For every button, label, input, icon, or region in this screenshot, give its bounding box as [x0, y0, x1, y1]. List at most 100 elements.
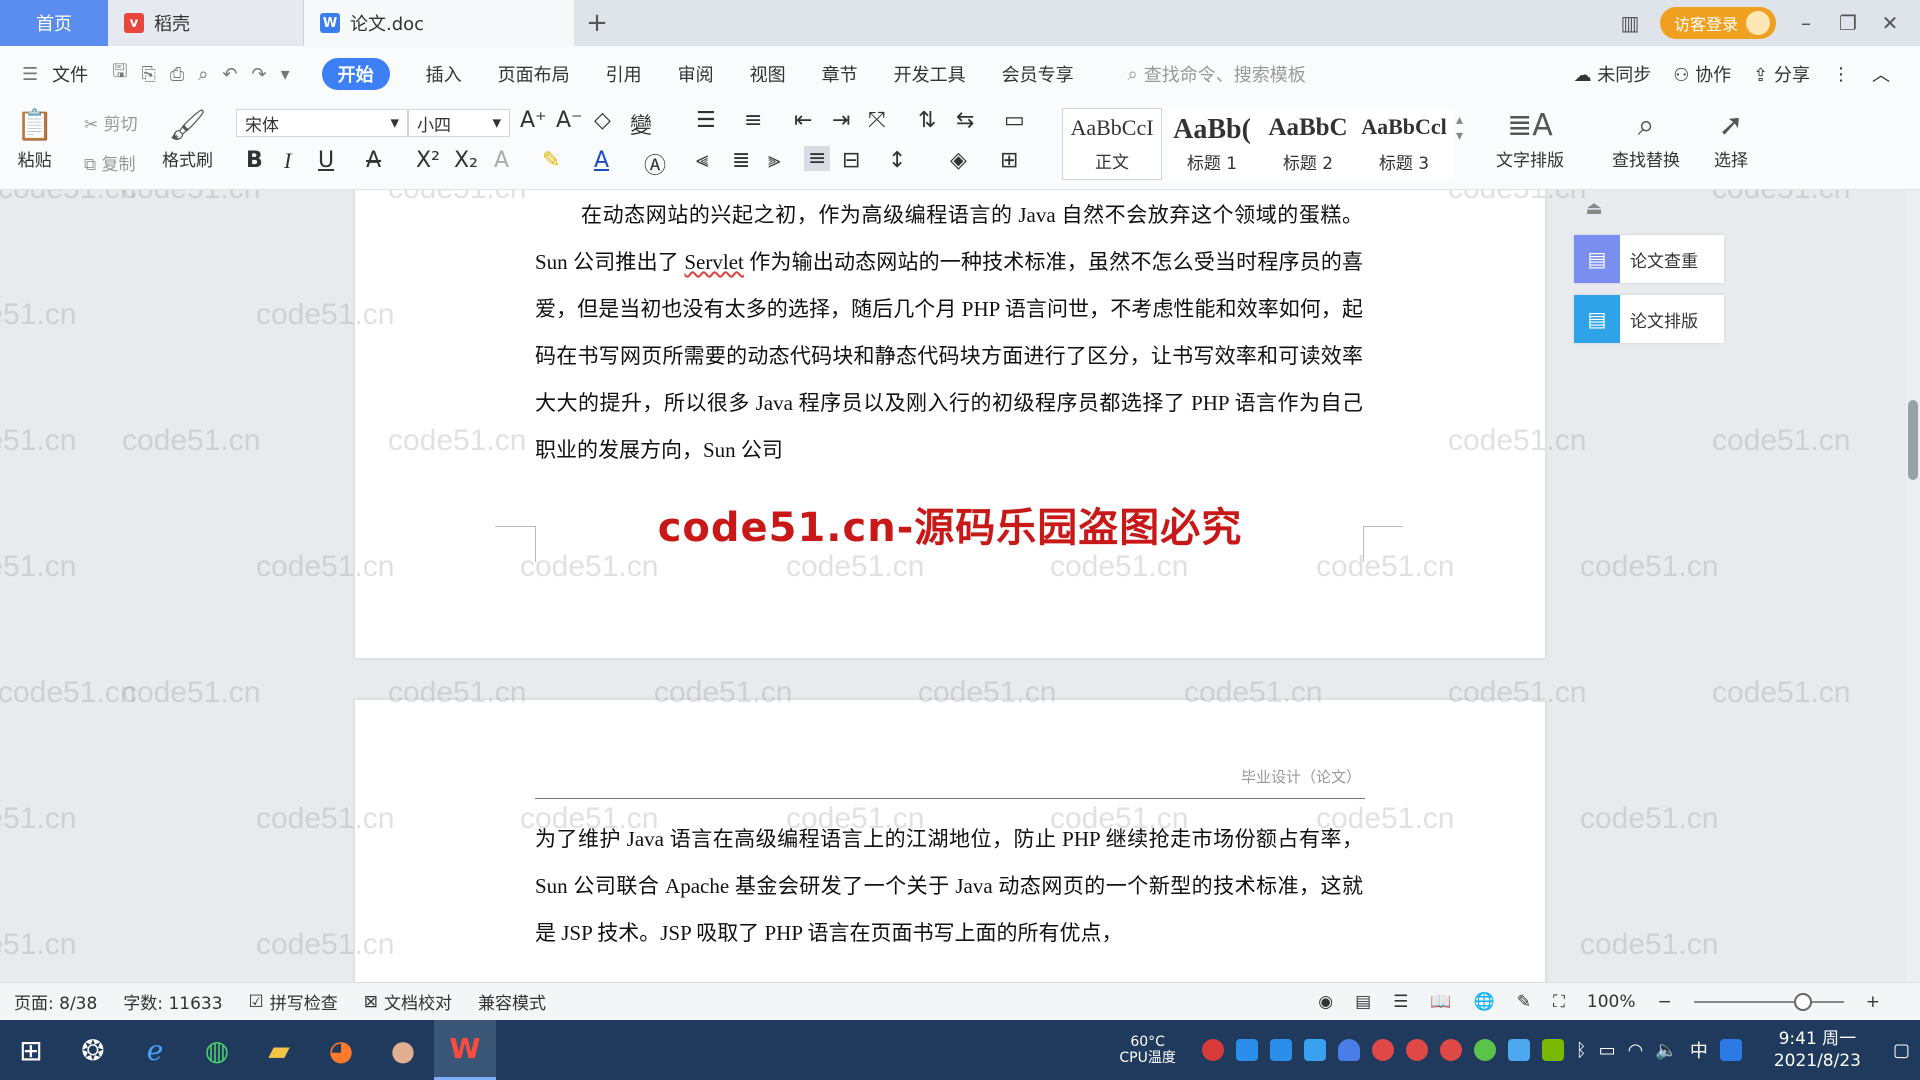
- format-painter-button[interactable]: 🖌 格式刷: [162, 106, 213, 171]
- web-view-icon[interactable]: 🌐: [1474, 992, 1495, 1012]
- zoom-level[interactable]: 100%: [1587, 992, 1636, 1012]
- font-family-select[interactable]: 宋体 ▾: [236, 109, 408, 137]
- style-heading-2[interactable]: AaBbC 标题 2: [1258, 108, 1358, 180]
- reading-view-icon[interactable]: 📖: [1430, 992, 1451, 1012]
- qq-icon[interactable]: [1719, 1039, 1742, 1061]
- body-paragraph[interactable]: 在动态网站的兴起之初，作为高级编程语言的 Java 自然不会放弃这个领域的蛋糕。…: [535, 192, 1363, 474]
- paste-button[interactable]: 📋 粘贴: [16, 106, 53, 171]
- spell-check-button[interactable]: ☑ 拼写检查: [249, 989, 338, 1015]
- grow-font-icon[interactable]: A⁺: [520, 108, 547, 133]
- tab-page-layout[interactable]: 页面布局: [498, 61, 570, 87]
- collapse-ribbon-icon[interactable]: ︿: [1872, 61, 1890, 87]
- tray-app-icon[interactable]: [1473, 1039, 1496, 1061]
- collaborate-button[interactable]: ⚇ 协作: [1673, 61, 1731, 87]
- panel-collapse-icon[interactable]: ⏏: [1576, 190, 1612, 226]
- zoom-out-icon[interactable]: −: [1658, 992, 1672, 1012]
- table-tools-icon[interactable]: ▭: [1004, 108, 1025, 133]
- tab-home[interactable]: 首页: [0, 0, 108, 46]
- start-icon[interactable]: ⊞: [0, 1020, 62, 1080]
- paragraph-mark-icon[interactable]: ⇆: [956, 108, 974, 133]
- decrease-indent-icon[interactable]: ⇤: [794, 108, 812, 133]
- bullet-list-icon[interactable]: ☰: [696, 108, 716, 133]
- restore-icon[interactable]: ❐: [1836, 11, 1860, 35]
- tray-app-icon[interactable]: [1235, 1039, 1258, 1061]
- tab-home-ribbon[interactable]: 开始: [321, 58, 390, 90]
- char-border-icon[interactable]: Ⓐ: [644, 148, 666, 180]
- undo-icon[interactable]: ↶: [222, 64, 237, 85]
- tray-app-icon[interactable]: [1405, 1039, 1428, 1061]
- hamburger-icon[interactable]: ☰: [22, 64, 38, 85]
- tab-chapter[interactable]: 章节: [822, 61, 858, 87]
- doc-proofread-button[interactable]: ⊠ 文档校对: [364, 989, 452, 1015]
- align-center-icon[interactable]: ≣: [732, 148, 750, 173]
- share-button[interactable]: ⇪ 分享: [1753, 61, 1810, 87]
- tray-app-icon[interactable]: [1201, 1039, 1224, 1061]
- command-search[interactable]: ⌕ 查找命令、搜索模板: [1128, 61, 1306, 87]
- tab-document[interactable]: W 论文.doc: [304, 0, 574, 46]
- bluetooth-icon[interactable]: ᛒ: [1576, 1040, 1587, 1061]
- browser-app-icon[interactable]: ❂: [62, 1020, 124, 1080]
- battery-icon[interactable]: ▭: [1599, 1040, 1616, 1061]
- guest-login-button[interactable]: 访客登录: [1659, 7, 1776, 39]
- style-heading-1[interactable]: AaBb( 标题 1: [1162, 108, 1262, 180]
- wps-icon[interactable]: W: [434, 1020, 496, 1080]
- volume-icon[interactable]: 🔈: [1655, 1040, 1677, 1061]
- media-app-icon[interactable]: ◕: [310, 1020, 372, 1080]
- strikethrough-icon[interactable]: A: [366, 148, 381, 173]
- line-spacing-icon[interactable]: ↕: [888, 148, 906, 173]
- pen-icon[interactable]: ✎: [1517, 992, 1531, 1012]
- align-right-icon[interactable]: ⫸: [768, 148, 780, 173]
- tab-insert[interactable]: 插入: [426, 61, 462, 87]
- wifi-icon[interactable]: ◠: [1628, 1040, 1644, 1061]
- highlight-icon[interactable]: ✎: [542, 148, 560, 173]
- borders-icon[interactable]: ⊞: [1000, 148, 1018, 173]
- tray-app-icon[interactable]: [1507, 1039, 1530, 1061]
- vertical-scrollbar[interactable]: [1906, 190, 1920, 990]
- ime-indicator[interactable]: 中: [1690, 1037, 1708, 1063]
- italic-icon[interactable]: I: [284, 148, 291, 174]
- tab-developer[interactable]: 开发工具: [894, 61, 966, 87]
- eye-protection-icon[interactable]: ◉: [1318, 992, 1333, 1012]
- menu-file[interactable]: 文件: [52, 61, 88, 87]
- body-paragraph[interactable]: 为了维护 Java 语言在高级编程语言上的江湖地位，防止 PHP 继续抢走市场份…: [535, 816, 1363, 957]
- font-color-icon[interactable]: A: [594, 148, 609, 173]
- quick-access-dropdown-icon[interactable]: ▾: [281, 64, 290, 85]
- new-tab-button[interactable]: +: [574, 0, 620, 46]
- styles-scroll-icon[interactable]: ▴ ▾: [1456, 112, 1463, 144]
- underline-icon[interactable]: U: [318, 148, 334, 173]
- tab-references[interactable]: 引用: [606, 61, 642, 87]
- subscript-icon[interactable]: X₂: [454, 148, 478, 173]
- shading-icon[interactable]: ◈: [950, 148, 967, 173]
- sort-icon[interactable]: ⇅: [918, 108, 936, 133]
- tab-member[interactable]: 会员专享: [1002, 61, 1074, 87]
- superscript-icon[interactable]: X²: [416, 148, 440, 173]
- browser-360-icon[interactable]: ◍: [186, 1020, 248, 1080]
- print-icon[interactable]: ⎙: [170, 64, 184, 85]
- clear-format-icon[interactable]: ◇: [594, 108, 611, 133]
- export-icon[interactable]: ⎘: [141, 64, 155, 85]
- layout-toggle-icon[interactable]: ▥: [1618, 11, 1642, 35]
- font-size-select[interactable]: 小四 ▾: [408, 109, 510, 137]
- phonetic-icon[interactable]: 變: [630, 108, 652, 140]
- tray-app-icon[interactable]: [1303, 1039, 1326, 1061]
- ie-icon[interactable]: ℯ: [124, 1020, 186, 1080]
- clock[interactable]: 9:41 周一 2021/8/23: [1774, 1028, 1861, 1072]
- bold-icon[interactable]: B: [246, 148, 263, 173]
- style-heading-3[interactable]: AaBbCcl 标题 3: [1354, 108, 1454, 180]
- justify-icon[interactable]: ≡: [804, 146, 831, 171]
- scrollbar-thumb[interactable]: [1908, 400, 1918, 480]
- tab-review[interactable]: 审阅: [678, 61, 714, 87]
- document-page[interactable]: 毕业设计（论文） 为了维护 Java 语言在高级编程语言上的江湖地位，防止 PH…: [355, 700, 1545, 990]
- nvidia-icon[interactable]: [1541, 1039, 1564, 1061]
- numbered-list-icon[interactable]: ≡: [744, 108, 762, 133]
- redo-icon[interactable]: ↷: [251, 64, 266, 85]
- fit-page-icon[interactable]: ⛶: [1553, 992, 1565, 1012]
- print-preview-icon[interactable]: ⌕: [198, 64, 208, 85]
- tray-app-icon[interactable]: [1269, 1039, 1292, 1061]
- word-count[interactable]: 字数: 11633: [123, 989, 222, 1014]
- tab-view[interactable]: 视图: [750, 61, 786, 87]
- thesis-layout-button[interactable]: ▤ 论文排版: [1574, 295, 1724, 343]
- copy-button[interactable]: ⧉ 复制: [84, 150, 136, 175]
- cpu-temperature[interactable]: 60°C CPU温度: [1119, 1034, 1175, 1066]
- save-icon[interactable]: 🖫: [112, 59, 127, 89]
